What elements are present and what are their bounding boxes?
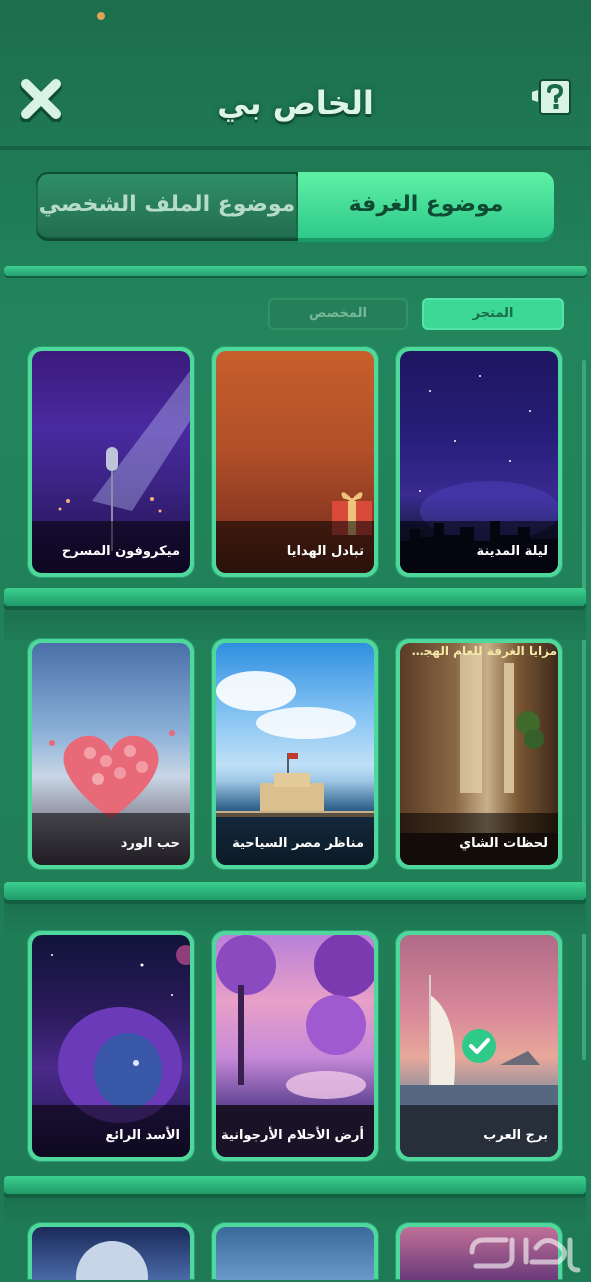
- theme-card-magnificent-lion[interactable]: الأسد الرائع: [27, 930, 195, 1162]
- shelf: [4, 1176, 586, 1194]
- theme-label-bar: مناظر مصر السياحية: [216, 813, 374, 865]
- status-indicator-dot: [97, 12, 105, 20]
- theme-card-rose-love[interactable]: حب الورد: [27, 638, 195, 870]
- theme-name: ليلة المدينة: [476, 544, 548, 559]
- theme-card-partial[interactable]: [27, 1222, 195, 1280]
- moon-illustration: [76, 1241, 148, 1280]
- question-icon: [532, 79, 571, 115]
- tab-room-theme[interactable]: موضوع الغرفة: [298, 172, 554, 238]
- page-title: الخاص بي: [217, 84, 374, 122]
- subtab-owned[interactable]: المخصص: [268, 298, 408, 330]
- close-button[interactable]: [18, 76, 64, 123]
- tab-profile-theme[interactable]: موضوع الملف الشخصي: [38, 174, 296, 236]
- shelf: [4, 882, 586, 900]
- tab-underline-bar: [4, 266, 587, 276]
- theme-preview-image: [216, 1227, 374, 1280]
- theme-name: ميكروفون المسرح: [61, 544, 180, 559]
- help-button[interactable]: [530, 78, 574, 118]
- shelf-gap: [4, 600, 586, 640]
- theme-card-burj-al-arab[interactable]: برج العرب: [395, 930, 563, 1162]
- theme-card-tea-moments[interactable]: مزايا الغرفة للعام الهجري... لحظات الشاي: [395, 638, 563, 870]
- theme-label-bar: ميكروفون المسرح: [32, 521, 190, 573]
- theme-name: برج العرب: [483, 1128, 548, 1143]
- theme-label-bar: لحظات الشاي: [400, 813, 558, 865]
- theme-card-city-night[interactable]: ليلة المدينة: [395, 346, 563, 578]
- watermark-logo: [466, 1218, 586, 1278]
- theme-name: تبادل الهدايا: [286, 544, 364, 559]
- shelf-gap: [4, 894, 586, 934]
- theme-label-bar: حب الورد: [32, 813, 190, 865]
- theme-promo-text: مزايا الغرفة للعام الهجري...: [409, 644, 557, 658]
- theme-name: أرض الأحلام الأرجوانية: [220, 1128, 364, 1143]
- theme-card-egypt-scenery[interactable]: مناظر مصر السياحية: [211, 638, 379, 870]
- theme-card-stage-microphone[interactable]: ميكروفون المسرح: [27, 346, 195, 578]
- haraj-watermark-icon: [469, 1237, 581, 1273]
- theme-name: مناظر مصر السياحية: [232, 836, 364, 851]
- subtab-store[interactable]: المتجر: [422, 298, 564, 330]
- theme-label-bar: تبادل الهدايا: [216, 521, 374, 573]
- close-x-icon: [20, 79, 62, 123]
- theme-card-purple-dreamland[interactable]: أرض الأحلام الأرجوانية: [211, 930, 379, 1162]
- header-divider: [0, 146, 591, 150]
- scrollbar[interactable]: [582, 360, 586, 1060]
- theme-name: حب الورد: [120, 836, 180, 851]
- theme-label-bar: الأسد الرائع: [32, 1105, 190, 1157]
- theme-preview-image: [32, 1227, 190, 1280]
- theme-card-partial[interactable]: [211, 1222, 379, 1280]
- selected-check-icon: [461, 1028, 497, 1064]
- shelf: [4, 588, 586, 606]
- theme-label-bar: أرض الأحلام الأرجوانية: [216, 1105, 374, 1157]
- theme-name: لحظات الشاي: [459, 836, 548, 851]
- theme-label-bar: برج العرب: [400, 1105, 558, 1157]
- theme-label-bar: ليلة المدينة: [400, 521, 558, 573]
- theme-name: الأسد الرائع: [105, 1128, 180, 1143]
- theme-card-gift-exchange[interactable]: تبادل الهدايا: [211, 346, 379, 578]
